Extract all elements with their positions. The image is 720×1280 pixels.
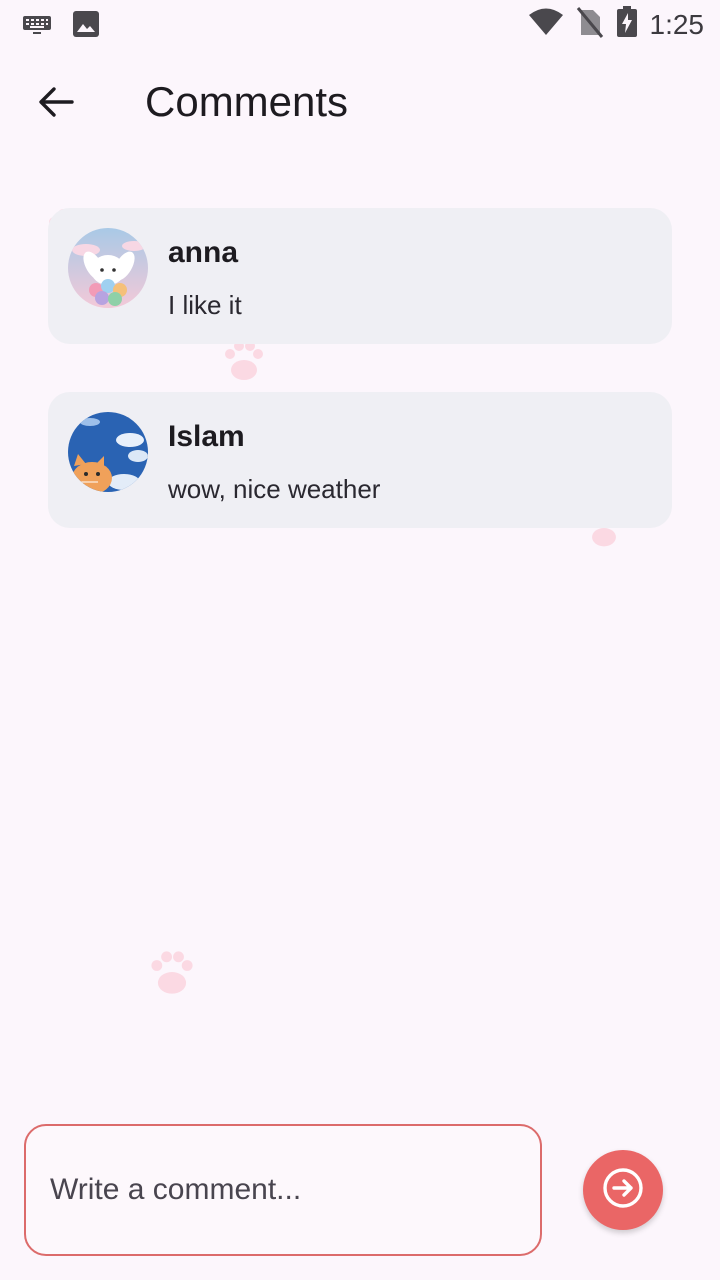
comments-screen: 1:25 Comments anna I like it Islam wow, … <box>0 0 720 1280</box>
comment-card[interactable]: anna I like it <box>48 208 672 344</box>
battery-charging-icon <box>616 6 638 43</box>
status-time: 1:25 <box>649 8 705 40</box>
comment-author: Islam <box>168 420 245 453</box>
comment-input[interactable] <box>50 1126 520 1254</box>
keyboard-icon <box>22 13 52 40</box>
wifi-icon <box>528 8 564 41</box>
avatar[interactable] <box>68 228 148 308</box>
comment-card[interactable]: Islam wow, nice weather <box>48 392 672 528</box>
paw-print-icon <box>151 951 193 994</box>
top-app-bar: Comments <box>0 60 720 148</box>
image-icon <box>72 10 100 43</box>
arrow-right-circle-icon <box>601 1166 645 1215</box>
comment-text: I like it <box>168 290 242 320</box>
page-title: Comments <box>145 78 349 125</box>
comment-input-container <box>24 1124 542 1256</box>
no-sim-icon <box>576 6 604 43</box>
avatar[interactable] <box>68 412 148 492</box>
comment-author: anna <box>168 236 239 269</box>
status-bar: 1:25 <box>0 0 720 50</box>
back-button[interactable] <box>28 80 84 128</box>
arrow-left-icon <box>38 86 74 123</box>
comment-text: wow, nice weather <box>168 474 381 504</box>
send-button[interactable] <box>583 1150 663 1230</box>
